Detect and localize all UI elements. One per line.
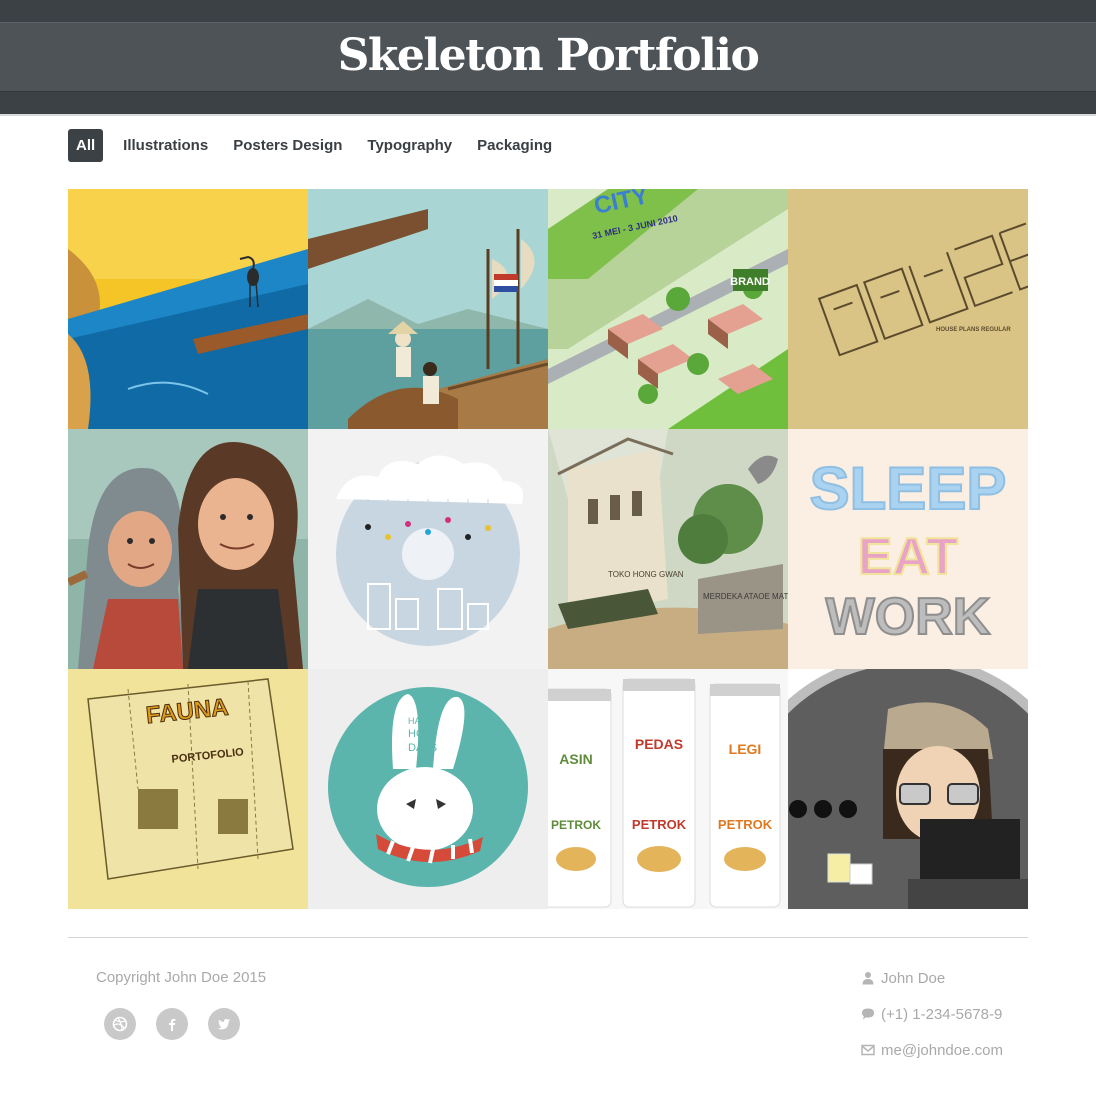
can-pedas-label: PEDAS <box>635 736 683 752</box>
can-legi-label: LEGI <box>729 741 762 757</box>
contact-name: John Doe <box>881 969 946 987</box>
desk-character-illustration <box>788 669 1028 909</box>
two-characters-illustration <box>68 429 308 669</box>
happy-word: HAPPY <box>408 716 439 726</box>
contact-name-row: John Doe <box>861 969 1003 987</box>
footer-divider <box>68 937 1028 938</box>
tile-sleep-eat-work[interactable]: SLEEP EAT WORK <box>788 429 1028 669</box>
contact-info: John Doe (+1) 1-234-5678-9 me@johndoe.co… <box>861 969 1003 1077</box>
filter-nav: All Illustrations Posters Design Typogra… <box>68 129 569 162</box>
tile-house-typography[interactable]: HOUSE PLANS REGULAR <box>788 189 1028 429</box>
user-icon <box>862 972 874 985</box>
petrok-cans-illustration: ASIN PEDAS LEGI PETROK PETROK PETROK <box>548 669 788 909</box>
filter-typography[interactable]: Typography <box>359 129 460 162</box>
tile-two-characters[interactable] <box>68 429 308 669</box>
facebook-button[interactable] <box>156 1008 188 1040</box>
dribbble-icon <box>112 1016 128 1032</box>
sleep-eat-work-illustration: SLEEP EAT WORK <box>788 429 1028 669</box>
holi-word: HOLI <box>408 728 434 740</box>
sailing-ship-illustration <box>308 189 548 429</box>
heron-sea-illustration <box>68 189 308 429</box>
tile-fauna-packaging[interactable]: FAUNA PORTOFOLIO <box>68 669 308 909</box>
tile-desk-character[interactable] <box>788 669 1028 909</box>
tile-happy-holidays[interactable]: HAPPY HOLI DAYS <box>308 669 548 909</box>
copyright-text: Copyright John Doe 2015 <box>96 969 267 986</box>
sleep-word: SLEEP <box>810 455 1007 522</box>
city-poster-illustration: BRAND CITY 31 MEI - 3 JUNI 2010 <box>548 189 788 429</box>
contact-email[interactable]: me@johndoe.com <box>881 1042 1003 1059</box>
tile-toko-street[interactable]: TOKO HONG GWAN MERDEKA ATAOE MATI <box>548 429 788 669</box>
eat-word: EAT <box>858 528 958 586</box>
facebook-icon <box>169 1018 176 1031</box>
site-title[interactable]: Skeleton Portfolio <box>0 30 1096 82</box>
merdeka-wall-text: MERDEKA ATAOE MATI <box>703 592 788 601</box>
twitter-button[interactable] <box>208 1008 240 1040</box>
tile-heron-sea[interactable] <box>68 189 308 429</box>
days-word: DAYS <box>408 742 437 754</box>
house-caption-text: HOUSE PLANS REGULAR <box>936 327 1011 333</box>
tile-donut-poster[interactable] <box>308 429 548 669</box>
dribbble-button[interactable] <box>104 1008 136 1040</box>
filter-all[interactable]: All <box>68 129 104 162</box>
house-typography-illustration: HOUSE PLANS REGULAR <box>788 189 1028 429</box>
can-asin-label: ASIN <box>559 751 592 767</box>
envelope-icon <box>861 1044 875 1056</box>
donut-poster-illustration <box>308 429 548 669</box>
tile-sailing-ship[interactable] <box>308 189 548 429</box>
city-badge-text: BRAND <box>730 276 770 288</box>
can-asin-brand: PETROK <box>551 818 601 832</box>
toko-sign-text: TOKO HONG GWAN <box>608 570 684 579</box>
fauna-packaging-illustration: FAUNA PORTOFOLIO <box>68 669 308 909</box>
twitter-icon <box>217 1019 231 1030</box>
portfolio-grid: BRAND CITY 31 MEI - 3 JUNI 2010 HOUSE PL… <box>68 189 1028 909</box>
contact-phone[interactable]: (+1) 1-234-5678-9 <box>881 1006 1002 1023</box>
filter-illustrations[interactable]: Illustrations <box>115 129 216 162</box>
happy-holidays-illustration: HAPPY HOLI DAYS <box>308 669 548 909</box>
toko-street-illustration: TOKO HONG GWAN MERDEKA ATAOE MATI <box>548 429 788 669</box>
tile-petrok-cans[interactable]: ASIN PEDAS LEGI PETROK PETROK PETROK <box>548 669 788 909</box>
contact-phone-row: (+1) 1-234-5678-9 <box>861 1005 1003 1023</box>
contact-email-row: me@johndoe.com <box>861 1041 1003 1059</box>
can-pedas-brand: PETROK <box>632 817 687 832</box>
social-links <box>104 1008 260 1040</box>
filter-packaging[interactable]: Packaging <box>469 129 560 162</box>
filter-posters-design[interactable]: Posters Design <box>225 129 350 162</box>
work-word: WORK <box>826 588 991 646</box>
chat-bubble-icon <box>862 1008 874 1020</box>
tile-city-poster[interactable]: BRAND CITY 31 MEI - 3 JUNI 2010 <box>548 189 788 429</box>
can-legi-brand: PETROK <box>718 817 773 832</box>
